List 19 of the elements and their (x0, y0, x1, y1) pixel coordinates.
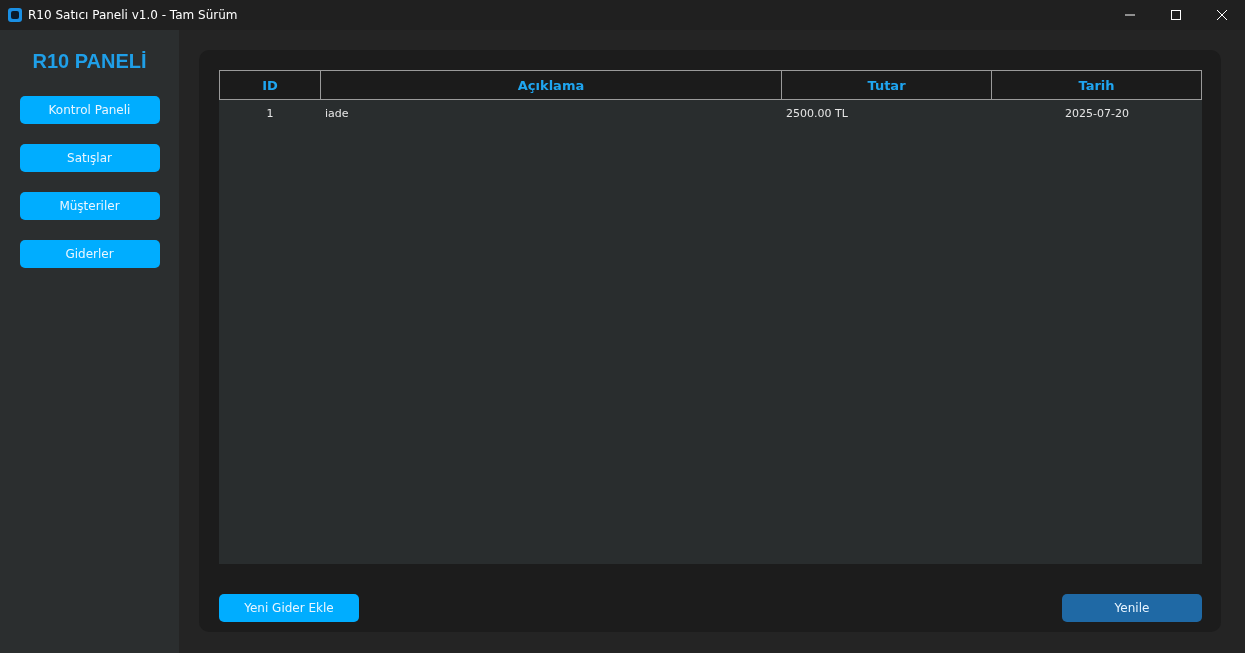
table-cell-text: 1 (265, 105, 275, 122)
column-header: Açıklama (321, 70, 782, 100)
table-cell-text: iade (324, 105, 350, 122)
sidebar-title: R10 PANELİ (32, 50, 147, 74)
nav-button[interactable]: Kontrol Paneli (19, 96, 160, 124)
close-icon[interactable] (1217, 10, 1227, 20)
nav-button[interactable]: Satışlar (19, 144, 160, 172)
maximize-icon[interactable] (1171, 10, 1181, 20)
column-header: Tarih (992, 70, 1202, 100)
column-header: Tutar (782, 70, 992, 100)
table-cell-text: 2500.00 TL (785, 105, 849, 122)
nav-button[interactable]: Müşteriler (19, 192, 160, 220)
column-header: ID (219, 70, 321, 100)
refresh-button[interactable]: Yenile (1062, 594, 1202, 622)
window-title: R10 Satıcı Paneli v1.0 - Tam Sürüm (28, 8, 239, 22)
table-cell-text: 2025-07-20 (1064, 105, 1130, 122)
nav-button[interactable]: Giderler (19, 240, 160, 268)
add-button[interactable]: Yeni Gider Ekle (219, 594, 359, 622)
app-icon (8, 8, 22, 22)
